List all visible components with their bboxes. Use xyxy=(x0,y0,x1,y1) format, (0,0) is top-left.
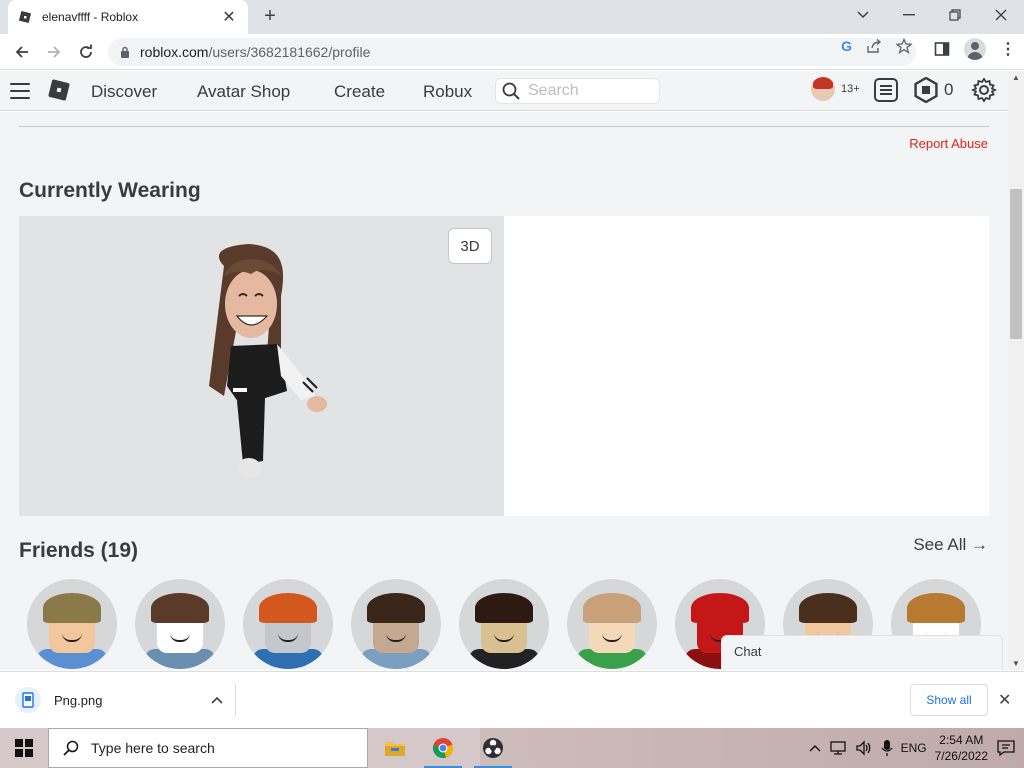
robux-icon xyxy=(914,77,938,103)
avatar[interactable] xyxy=(811,77,835,101)
taskbar-clock[interactable]: 2:54 AM 7/26/2022 xyxy=(935,732,988,764)
tab-title: elenavffff - Roblox xyxy=(42,10,139,24)
chat-panel[interactable]: Chat xyxy=(721,635,1003,670)
minimize-window-icon[interactable] xyxy=(886,0,932,30)
avatar-viewer[interactable]: 3D xyxy=(19,216,504,516)
obs-icon[interactable] xyxy=(470,728,516,768)
browser-address-bar: roblox.com/users/3682181662/profile G ⋮ xyxy=(0,34,1024,70)
chevron-up-icon[interactable] xyxy=(211,696,223,704)
friend-avatar[interactable] xyxy=(459,579,549,669)
more-menu-icon[interactable]: ⋮ xyxy=(1000,39,1016,59)
roblox-logo-icon[interactable] xyxy=(48,79,70,101)
avatar-render xyxy=(209,244,327,478)
lock-icon[interactable] xyxy=(120,46,130,58)
notifications-icon[interactable] xyxy=(873,77,899,103)
browser-actions: ⋮ xyxy=(934,38,1016,60)
toggle-3d-button[interactable]: 3D xyxy=(448,228,492,264)
nav-robux[interactable]: Robux xyxy=(423,82,472,102)
friend-avatar[interactable] xyxy=(351,579,441,669)
close-download-shelf-icon[interactable]: ✕ xyxy=(998,690,1011,710)
network-icon[interactable] xyxy=(829,740,847,756)
close-window-icon[interactable] xyxy=(978,0,1024,30)
download-shelf: Png.png Show all ✕ xyxy=(0,671,1024,728)
omnibox-actions: G xyxy=(841,38,912,54)
browser-tab[interactable]: elenavffff - Roblox ✕ xyxy=(8,0,248,34)
url-omnibox[interactable]: roblox.com/users/3682181662/profile xyxy=(108,38,916,66)
chat-label: Chat xyxy=(734,644,762,659)
restore-window-icon[interactable] xyxy=(932,0,978,30)
report-abuse-link[interactable]: Report Abuse xyxy=(909,136,988,151)
nav-avatar-shop[interactable]: Avatar Shop xyxy=(197,82,290,102)
search-icon xyxy=(63,740,79,756)
clock-time: 2:54 AM xyxy=(939,733,984,747)
page-scrollbar[interactable]: ▲ ▼ xyxy=(1008,71,1024,670)
friend-avatar[interactable] xyxy=(567,579,657,669)
scrollbar-thumb[interactable] xyxy=(1010,189,1022,339)
reload-icon[interactable] xyxy=(74,40,98,64)
show-all-downloads-button[interactable]: Show all xyxy=(910,684,988,716)
file-explorer-icon[interactable] xyxy=(372,728,418,768)
system-tray: ENG 2:54 AM 7/26/2022 xyxy=(809,728,1024,768)
google-icon[interactable]: G xyxy=(841,38,852,54)
side-panel-icon[interactable] xyxy=(934,41,950,57)
friend-avatar[interactable] xyxy=(243,579,333,669)
roblox-favicon-icon xyxy=(18,10,32,24)
divider xyxy=(19,126,989,127)
friend-avatar[interactable] xyxy=(135,579,225,669)
roblox-header: Discover Avatar Shop Create Robux 13+ 0 xyxy=(0,71,1024,111)
scroll-down-arrow-icon[interactable]: ▼ xyxy=(1012,659,1020,668)
close-tab-icon[interactable]: ✕ xyxy=(220,7,238,27)
image-file-icon xyxy=(15,687,41,713)
show-hidden-icons-chevron-icon[interactable] xyxy=(809,744,821,752)
friends-title: Friends (19) xyxy=(19,539,139,562)
see-all-friends-link[interactable]: See All → xyxy=(913,535,988,555)
chrome-icon[interactable] xyxy=(420,728,466,768)
age-badge: 13+ xyxy=(841,83,860,95)
scroll-up-arrow-icon[interactable]: ▲ xyxy=(1012,73,1020,82)
windows-taskbar: Type here to search ENG 2:54 AM 7/26/202… xyxy=(0,728,1024,768)
share-icon[interactable] xyxy=(866,39,882,53)
url-text: roblox.com/users/3682181662/profile xyxy=(140,44,371,60)
download-item[interactable]: Png.png xyxy=(14,684,236,716)
profile-avatar-icon[interactable] xyxy=(964,38,986,60)
windows-start-icon[interactable] xyxy=(0,728,48,768)
back-arrow-icon[interactable] xyxy=(10,40,34,64)
microphone-icon[interactable] xyxy=(881,739,893,757)
nav-discover[interactable]: Discover xyxy=(91,82,157,102)
taskbar-search[interactable]: Type here to search xyxy=(48,728,368,768)
forward-arrow-icon[interactable] xyxy=(42,40,66,64)
currently-wearing-title: Currently Wearing xyxy=(19,179,201,202)
nav-create[interactable]: Create xyxy=(334,82,385,102)
robux-count: 0 xyxy=(944,80,954,99)
download-file-name: Png.png xyxy=(54,692,103,708)
tab-search-chevron-icon[interactable] xyxy=(840,0,886,30)
bookmark-star-icon[interactable] xyxy=(896,38,912,54)
search-input[interactable] xyxy=(528,82,648,100)
language-indicator[interactable]: ENG xyxy=(901,741,927,755)
volume-icon[interactable] xyxy=(855,740,873,756)
search-icon xyxy=(502,82,520,100)
settings-gear-icon[interactable] xyxy=(971,77,997,103)
user-avatar-area[interactable]: 13+ xyxy=(811,77,860,101)
profile-page: Report Abuse Currently Wearing 3D Friend… xyxy=(0,112,1008,670)
wearing-items-panel xyxy=(504,216,989,516)
new-tab-button[interactable]: + xyxy=(258,4,282,28)
robux-balance[interactable]: 0 xyxy=(913,77,953,103)
hamburger-menu-icon[interactable] xyxy=(10,83,30,99)
action-center-icon[interactable] xyxy=(996,739,1016,757)
search-box xyxy=(495,78,660,104)
taskbar-search-placeholder: Type here to search xyxy=(91,740,215,756)
friend-avatar[interactable] xyxy=(27,579,117,669)
browser-tab-bar: elenavffff - Roblox ✕ + xyxy=(0,0,1024,34)
clock-date: 7/26/2022 xyxy=(934,749,988,763)
